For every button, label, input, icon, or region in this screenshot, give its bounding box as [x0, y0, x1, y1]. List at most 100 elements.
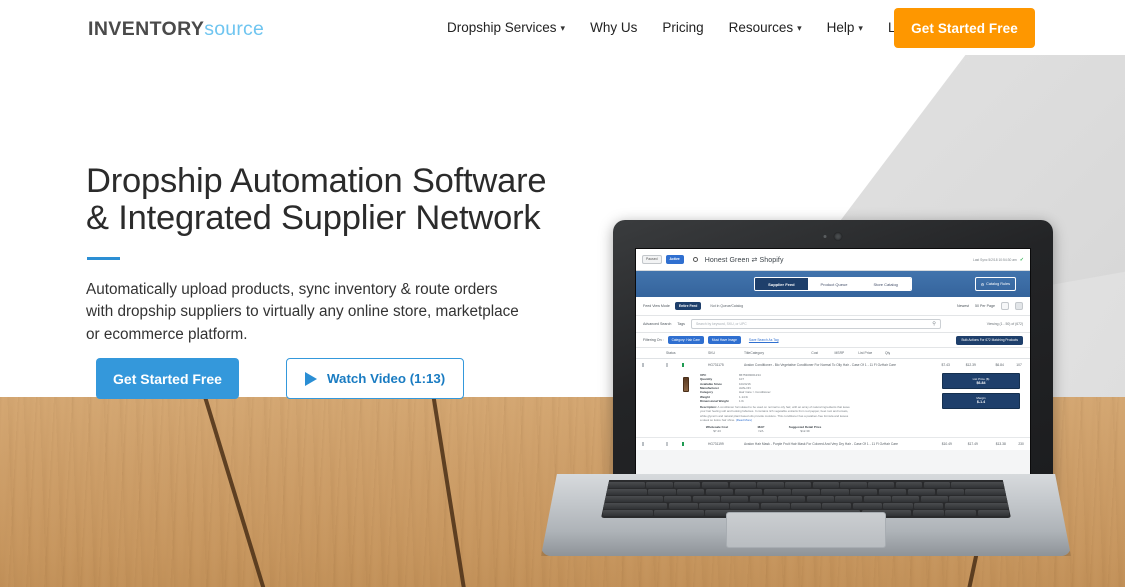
site-logo[interactable]: INVENTORYsource	[88, 18, 264, 41]
table-row[interactable]: HG731199 Avalon Hair Mask - Purple Fruit…	[636, 436, 1030, 450]
webcam-lens	[833, 232, 843, 241]
nav-label: Why Us	[590, 20, 638, 35]
nav-item-help[interactable]: Help ▾	[827, 20, 863, 35]
hero-section: Dropship Automation Software & Integrate…	[0, 55, 1125, 587]
row-checkbox[interactable]	[642, 363, 654, 367]
row-cost: $10.49	[941, 441, 952, 446]
column-status: Status	[666, 351, 676, 355]
hero-cta-row: Get Started Free Watch Video (1:13)	[96, 358, 465, 399]
nav-item-pricing[interactable]: Pricing	[662, 20, 703, 35]
price-value: N/A	[758, 428, 764, 433]
header-get-started-button[interactable]: Get Started Free	[894, 8, 1035, 48]
feed-mode-not-in-queue[interactable]: Not In Queue/Catalog	[706, 302, 747, 310]
nav-item-why-us[interactable]: Why Us	[590, 20, 637, 35]
laptop-trackpad	[726, 512, 886, 548]
margin-box[interactable]: Margin $-1.4	[942, 392, 1020, 409]
column-msrp: MSRP	[834, 351, 845, 355]
watch-video-button[interactable]: Watch Video (1:13)	[286, 358, 465, 399]
nav-label: Dropship Services	[447, 20, 557, 35]
rules-icon: ⚙	[980, 282, 985, 287]
row-title: Avalon Conditioner - Bio Vegetative Cond…	[744, 363, 882, 367]
feed-view-mode-label: Feed View Mode	[643, 304, 670, 308]
laptop-base	[541, 474, 1071, 556]
row-title: Avalon Hair Mask - Purple Fruit Hair Mas…	[744, 441, 884, 446]
search-input[interactable]: Search by keyword, SKU, or UPC ⚲	[690, 319, 941, 329]
price-value: $12.39	[800, 428, 810, 433]
status-paused-button[interactable]: Paused	[642, 255, 662, 264]
nav-item-dropship-services[interactable]: Dropship Services ▾	[447, 20, 565, 35]
list-price-box[interactable]: List Price ($) $6.84	[942, 373, 1020, 389]
detail-field: Dimensional Weight 1 lb	[700, 399, 850, 403]
play-icon	[305, 371, 317, 386]
store-connection-title: Honest Green ⇄ Shopify	[704, 256, 784, 264]
filtering-on-label: Filtering On :	[643, 338, 664, 342]
headline-line-2: & Integrated Supplier Network	[86, 198, 541, 237]
grid-view-icon[interactable]	[1015, 302, 1023, 310]
row-supplier-badge	[682, 363, 708, 367]
laptop-mockup: Paused Active Honest Green ⇄ Shopify Las…	[541, 165, 1071, 587]
save-search-link[interactable]: Save Search As Tag	[749, 338, 779, 342]
nav-item-resources[interactable]: Resources ▾	[729, 20, 802, 35]
product-image-icon	[683, 377, 689, 392]
logo-text-source-pre: s	[204, 18, 215, 40]
filter-chip-image[interactable]: Must Have Image	[707, 336, 741, 344]
tags-toggle[interactable]: Tags	[677, 322, 685, 326]
wholesale-cost-cell: Wholesale Cost $7.43	[700, 425, 734, 433]
list-view-icon[interactable]	[1001, 302, 1009, 310]
sync-status: Last Sync 5/2/18 10:54:30 am ✓	[973, 257, 1024, 263]
catalog-rules-label: Catalog Rules	[986, 282, 1010, 286]
margin-value: $-1.4	[976, 400, 986, 405]
logo-circle-arrow-icon: o	[214, 18, 226, 40]
map-cell: MAP N/A	[744, 425, 778, 433]
site-header: INVENTORYsource Dropship Services ▾ Why …	[0, 0, 1125, 55]
dashboard-toolbar: Feed View Mode Entire Feed Not In Queue/…	[636, 297, 1030, 316]
toolbar-right-group: Newest 50 Per Page	[957, 302, 1023, 310]
keyboard-row	[603, 496, 1009, 502]
row-list-price: $6.84	[995, 363, 1004, 367]
feed-mode-entire-feed[interactable]: Entire Feed	[674, 302, 702, 310]
keyboard-row	[603, 482, 1010, 488]
status-active-button[interactable]: Active	[665, 255, 684, 264]
row-msrp: $17.49	[967, 441, 978, 446]
hero-get-started-button[interactable]: Get Started Free	[96, 358, 239, 399]
read-more-link[interactable]: (Read More)	[736, 418, 752, 422]
webcam-icon	[823, 232, 843, 241]
tab-store-catalog[interactable]: Store Catalog	[860, 278, 911, 290]
landing-page: INVENTORYsource Dropship Services ▾ Why …	[0, 0, 1125, 587]
table-row[interactable]: HG731175 Avalon Conditioner - Bio Vegeta…	[636, 359, 1030, 371]
column-sku: SKU	[708, 351, 715, 355]
product-thumbnail	[680, 373, 692, 433]
detail-summary-boxes: List Price ($) $6.84 Margin $-1.4	[942, 373, 1024, 433]
sort-newest-button[interactable]: Newest	[957, 304, 969, 308]
laptop-lid: Paused Active Honest Green ⇄ Shopify Las…	[613, 220, 1053, 509]
dashboard-search-row: Advanced Search Tags Search by keyword, …	[636, 316, 1030, 333]
detail-key: Dimensional Weight	[700, 399, 729, 404]
advanced-search-toggle[interactable]: Advanced Search	[643, 322, 671, 326]
logo-text-source-post: urce	[225, 18, 265, 40]
row-list-price: $13.38	[995, 441, 1006, 446]
list-price-value: $6.84	[976, 380, 986, 385]
row-supplier-badge	[682, 441, 708, 446]
detail-value: 1 lb	[739, 399, 744, 404]
row-msrp: $12.39	[965, 363, 976, 367]
filter-chip-category[interactable]: Category: Hair Care	[667, 336, 704, 344]
table-header: Status SKU Title Category Cost MSRP List…	[636, 348, 1030, 359]
product-description: Description: A conditioner formulated to…	[700, 405, 850, 421]
column-cost: Cost	[811, 351, 819, 355]
row-category: Hair Care	[881, 363, 896, 367]
row-cost: $7.43	[941, 363, 950, 367]
tab-supplier-feed[interactable]: Supplier Feed	[755, 278, 808, 290]
row-checkbox[interactable]	[642, 441, 654, 446]
catalog-rules-button[interactable]: ⚙ Catalog Rules	[974, 277, 1016, 291]
keyboard-row	[603, 489, 1010, 495]
row-sku: HG731199	[708, 441, 724, 446]
chevron-down-icon: ▾	[797, 23, 802, 33]
suggested-retail-cell: Suggested Retail Price $12.39	[788, 425, 822, 433]
row-qty: 230	[1018, 441, 1024, 446]
bulk-actions-button[interactable]: Bulk Actions For 672 Matching Products	[956, 335, 1023, 345]
gear-icon[interactable]	[692, 257, 698, 262]
per-page-select[interactable]: 50 Per Page	[975, 304, 995, 308]
tab-product-queue[interactable]: Product Queue	[807, 278, 861, 290]
search-placeholder: Search by keyword, SKU, or UPC	[695, 322, 747, 326]
product-detail-panel: UPC 8675309001234 Quantity 107 Available S…	[636, 371, 1030, 437]
